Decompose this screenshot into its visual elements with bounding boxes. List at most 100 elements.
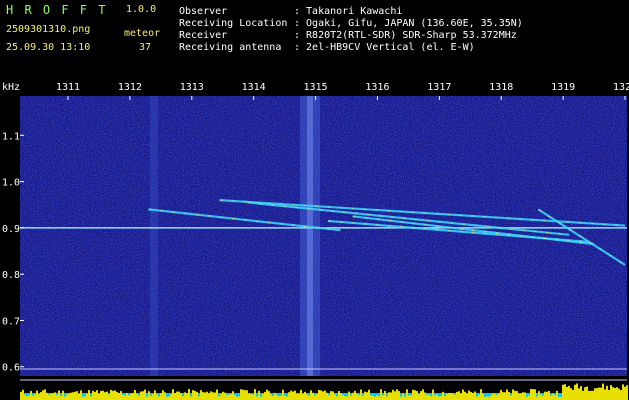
x-tick-label: 1320 bbox=[613, 82, 629, 93]
level-bar bbox=[486, 396, 488, 400]
level-bar bbox=[20, 391, 22, 400]
level-bar bbox=[202, 392, 204, 400]
level-bar bbox=[450, 392, 452, 400]
level-bar bbox=[368, 389, 370, 400]
level-bar bbox=[84, 396, 86, 400]
level-bar bbox=[124, 395, 126, 400]
level-bar bbox=[518, 394, 520, 400]
level-bar bbox=[552, 393, 554, 400]
level-bar bbox=[586, 386, 588, 400]
level-bar bbox=[476, 396, 478, 400]
level-bar bbox=[508, 391, 510, 400]
level-bar bbox=[112, 390, 114, 400]
level-bar bbox=[232, 391, 234, 400]
level-bar bbox=[152, 394, 154, 400]
y-tick-label: 1.1 bbox=[2, 131, 20, 142]
level-bar bbox=[480, 389, 482, 400]
level-bar bbox=[390, 392, 392, 400]
antenna-value: : 2el-HB9CV Vertical (el. E-W) bbox=[294, 42, 475, 53]
level-bar bbox=[344, 396, 346, 400]
level-bar bbox=[402, 393, 404, 400]
level-bar bbox=[568, 385, 570, 400]
level-bar bbox=[176, 391, 178, 400]
level-bar bbox=[318, 390, 320, 400]
level-bar bbox=[366, 392, 368, 400]
level-bar bbox=[434, 395, 436, 400]
level-bar bbox=[392, 389, 394, 400]
level-bar bbox=[376, 395, 378, 400]
level-bar bbox=[22, 389, 24, 400]
level-bar bbox=[416, 391, 418, 400]
level-bar bbox=[352, 392, 354, 400]
image-filename: 2509301310.png bbox=[6, 24, 91, 35]
level-bar bbox=[266, 389, 268, 400]
level-bar bbox=[178, 391, 180, 400]
level-bar bbox=[278, 396, 280, 400]
app-name: H R O F F T bbox=[6, 3, 108, 17]
x-tick-label: 1318 bbox=[489, 82, 513, 93]
level-bar bbox=[538, 391, 540, 400]
level-bar bbox=[296, 393, 298, 400]
level-bar bbox=[466, 393, 468, 400]
level-bar bbox=[128, 395, 130, 400]
interference-band bbox=[307, 96, 313, 376]
level-bar bbox=[530, 389, 532, 400]
y-tick-label: 0.6 bbox=[2, 363, 20, 374]
level-bar bbox=[144, 389, 146, 400]
level-bar bbox=[52, 393, 54, 400]
level-bar bbox=[70, 392, 72, 400]
level-bar bbox=[286, 396, 288, 400]
level-bar bbox=[494, 393, 496, 400]
level-bar bbox=[424, 392, 426, 400]
level-bar bbox=[42, 390, 44, 400]
header-panel: H R O F F T 1.0.0 2509301310.png meteor … bbox=[0, 0, 629, 80]
level-bar bbox=[516, 391, 518, 400]
level-bar bbox=[522, 392, 524, 400]
level-bar bbox=[164, 392, 166, 400]
level-bar bbox=[206, 391, 208, 400]
level-bar bbox=[110, 389, 112, 400]
level-bar bbox=[364, 391, 366, 400]
level-bar bbox=[54, 392, 56, 400]
level-bar bbox=[440, 396, 442, 400]
level-bar bbox=[540, 394, 542, 400]
level-bar bbox=[462, 389, 464, 400]
level-bar bbox=[414, 390, 416, 400]
level-bar bbox=[356, 393, 358, 400]
level-bar bbox=[44, 389, 46, 400]
level-bar bbox=[114, 390, 116, 400]
level-bar bbox=[548, 390, 550, 400]
level-bar bbox=[576, 383, 578, 400]
level-bar bbox=[442, 391, 444, 400]
level-bar bbox=[554, 395, 556, 400]
level-bar bbox=[622, 384, 624, 400]
app-version: 1.0.0 bbox=[126, 4, 157, 15]
level-bar bbox=[224, 392, 226, 400]
antenna-label: Receiving antenna bbox=[179, 42, 282, 53]
level-bar bbox=[454, 394, 456, 400]
level-bar bbox=[74, 391, 76, 400]
level-bar bbox=[140, 391, 142, 400]
level-bar bbox=[332, 391, 334, 400]
level-bar bbox=[616, 387, 618, 400]
level-bar bbox=[158, 396, 160, 400]
level-bar bbox=[132, 392, 134, 400]
level-bar bbox=[460, 393, 462, 400]
level-bar bbox=[482, 393, 484, 400]
receiver-label: Receiver bbox=[179, 30, 228, 41]
level-bar bbox=[502, 392, 504, 400]
level-bar bbox=[230, 393, 232, 400]
location-label: Receiving Location bbox=[179, 18, 288, 29]
level-bar bbox=[96, 390, 98, 400]
level-bar bbox=[514, 390, 516, 400]
level-bar bbox=[98, 394, 100, 400]
y-axis-unit: kHz bbox=[2, 82, 20, 93]
spectrogram-plot: kHz 1.1 1.0 0.9 0.8 0.7 0.6 1311 1312 1313 1314 131… bbox=[2, 82, 629, 400]
x-tick-label: 1314 bbox=[242, 82, 266, 93]
level-bar bbox=[606, 385, 608, 400]
level-bar bbox=[418, 394, 420, 400]
level-bar bbox=[506, 389, 508, 400]
level-bar bbox=[496, 394, 498, 400]
level-bar bbox=[504, 392, 506, 400]
level-bar bbox=[304, 391, 306, 400]
